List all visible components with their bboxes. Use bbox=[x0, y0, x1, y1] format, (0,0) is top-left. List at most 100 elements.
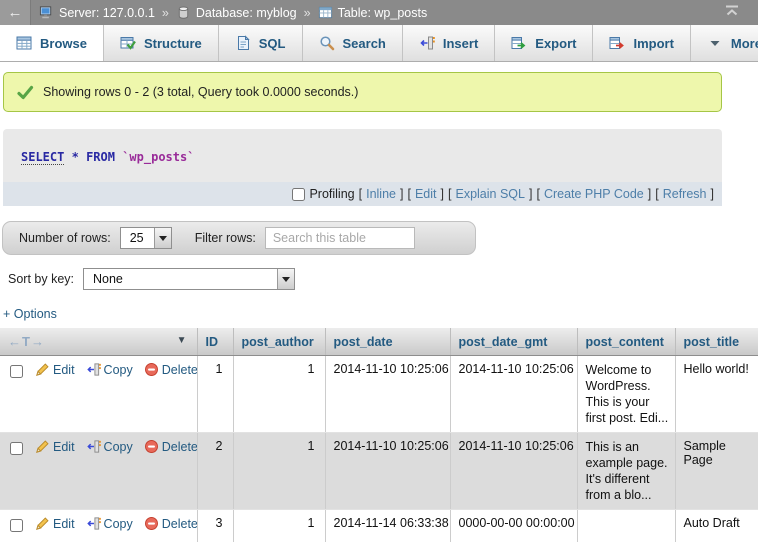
row-checkbox[interactable] bbox=[10, 365, 23, 378]
database-icon bbox=[176, 5, 191, 20]
delete-action[interactable]: Delete bbox=[144, 440, 197, 454]
column-header-post-content[interactable]: post_content bbox=[577, 328, 675, 356]
select-arrow-icon bbox=[277, 269, 294, 289]
tab-strip: Browse Structure SQL Search Insert bbox=[0, 25, 758, 62]
with-selected-arrow-icon[interactable]: ▼ bbox=[177, 335, 187, 346]
breadcrumb-server[interactable]: Server: 127.0.0.1 bbox=[59, 6, 155, 20]
tab-search[interactable]: Search bbox=[303, 25, 403, 61]
sort-by-key-value: None bbox=[84, 272, 132, 286]
delete-label: Delete bbox=[162, 363, 197, 377]
tab-import[interactable]: Import bbox=[593, 25, 690, 61]
column-header-id[interactable]: ID bbox=[197, 328, 233, 356]
refresh-link[interactable]: Refresh bbox=[663, 187, 707, 201]
sort-by-key-label: Sort by key: bbox=[8, 272, 74, 286]
sort-by-key-select[interactable]: None bbox=[83, 268, 295, 290]
back-button[interactable]: ← bbox=[0, 0, 31, 25]
bracket: ] bbox=[711, 187, 714, 201]
bracket: ] bbox=[400, 187, 403, 201]
sql-query-box: SELECT * FROM `wp_posts` Profiling [ Inl… bbox=[3, 129, 722, 206]
bracket: ] bbox=[529, 187, 532, 201]
create-php-code-link[interactable]: Create PHP Code bbox=[544, 187, 644, 201]
breadcrumb-separator: » bbox=[304, 6, 311, 20]
profiling-checkbox[interactable] bbox=[292, 188, 305, 201]
cell-post-content bbox=[577, 510, 675, 542]
tab-label: Search bbox=[343, 36, 386, 51]
table-row: EditCopyDelete 1 1 2014-11-10 10:25:06 2… bbox=[0, 356, 758, 433]
cell-post-content: Welcome to WordPress. This is your first… bbox=[577, 356, 675, 433]
transpose-icon[interactable]: ←T→ bbox=[8, 334, 45, 349]
delete-icon bbox=[144, 516, 159, 531]
server-icon bbox=[39, 5, 54, 20]
export-icon bbox=[511, 35, 527, 51]
inline-link[interactable]: Inline bbox=[366, 187, 396, 201]
copy-action[interactable]: Copy bbox=[86, 363, 133, 377]
select-arrow-icon bbox=[154, 228, 171, 248]
column-header-post-date[interactable]: post_date bbox=[325, 328, 450, 356]
number-of-rows-select[interactable]: 25 bbox=[120, 227, 172, 249]
cell-id: 1 bbox=[197, 356, 233, 433]
row-actions: Edit Copy Delete bbox=[0, 510, 197, 542]
tab-label: More bbox=[731, 36, 758, 51]
number-of-rows-value: 25 bbox=[121, 231, 153, 245]
cell-post-date: 2014-11-10 10:25:06 bbox=[325, 433, 450, 510]
tab-more[interactable]: More bbox=[691, 25, 758, 61]
edit-action[interactable]: Edit bbox=[35, 517, 75, 531]
row-actions: Edit Copy Delete bbox=[0, 356, 197, 433]
breadcrumb: Server: 127.0.0.1 » Database: myblog » T… bbox=[39, 5, 427, 20]
copy-icon bbox=[86, 362, 101, 377]
table-row: EditCopyDelete 3 1 2014-11-14 06:33:38 0… bbox=[0, 510, 758, 542]
sql-query-code: SELECT * FROM `wp_posts` bbox=[3, 129, 722, 182]
breadcrumb-bar: ← Server: 127.0.0.1 » Database: myblog »… bbox=[0, 0, 758, 25]
breadcrumb-separator: » bbox=[162, 6, 169, 20]
filter-rows-input[interactable] bbox=[265, 227, 415, 249]
copy-icon bbox=[86, 516, 101, 531]
tab-insert[interactable]: Insert bbox=[403, 25, 495, 61]
tab-structure[interactable]: Structure bbox=[104, 25, 219, 61]
search-icon bbox=[319, 35, 335, 51]
edit-link[interactable]: Edit bbox=[415, 187, 437, 201]
sql-keyword-select: SELECT bbox=[21, 150, 64, 165]
bracket: [ bbox=[407, 187, 410, 201]
column-header-post-title[interactable]: post_title bbox=[675, 328, 758, 356]
sort-by-key-row: Sort by key: None bbox=[8, 264, 758, 294]
delete-icon bbox=[144, 439, 159, 454]
cell-post-date: 2014-11-10 10:25:06 bbox=[325, 356, 450, 433]
cell-id: 2 bbox=[197, 433, 233, 510]
column-header-post-date-gmt[interactable]: post_date_gmt bbox=[450, 328, 577, 356]
back-arrow-icon: ← bbox=[8, 4, 23, 21]
sql-toolbar: Profiling [ Inline ] [ Edit ] [ Explain … bbox=[3, 182, 722, 206]
column-header-post-author[interactable]: post_author bbox=[233, 328, 325, 356]
tab-export[interactable]: Export bbox=[495, 25, 593, 61]
breadcrumb-database[interactable]: Database: myblog bbox=[196, 6, 297, 20]
tab-label: Insert bbox=[443, 36, 478, 51]
copy-action[interactable]: Copy bbox=[86, 440, 133, 454]
collapse-panel-icon[interactable] bbox=[724, 5, 740, 17]
options-toggle-link[interactable]: + Options bbox=[3, 307, 57, 321]
actions-header: ←T→ ▼ bbox=[0, 328, 197, 356]
bracket: ] bbox=[648, 187, 651, 201]
table-icon bbox=[318, 5, 333, 20]
cell-id: 3 bbox=[197, 510, 233, 542]
explain-sql-link[interactable]: Explain SQL bbox=[455, 187, 524, 201]
delete-icon bbox=[144, 362, 159, 377]
browse-icon bbox=[16, 35, 32, 51]
phpmyadmin-window: ← Server: 127.0.0.1 » Database: myblog »… bbox=[0, 0, 758, 542]
cell-post-title: Sample Page bbox=[675, 433, 758, 510]
structure-icon bbox=[120, 35, 136, 51]
chevron-down-icon bbox=[707, 35, 723, 51]
bracket: [ bbox=[359, 187, 362, 201]
edit-action[interactable]: Edit bbox=[35, 440, 75, 454]
edit-action[interactable]: Edit bbox=[35, 363, 75, 377]
tab-browse[interactable]: Browse bbox=[0, 25, 104, 61]
tab-sql[interactable]: SQL bbox=[219, 25, 303, 61]
row-checkbox[interactable] bbox=[10, 519, 23, 532]
delete-action[interactable]: Delete bbox=[144, 517, 197, 531]
status-message-text: Showing rows 0 - 2 (3 total, Query took … bbox=[43, 85, 358, 99]
pencil-icon bbox=[35, 439, 50, 454]
delete-action[interactable]: Delete bbox=[144, 363, 197, 377]
row-checkbox[interactable] bbox=[10, 442, 23, 455]
copy-label: Copy bbox=[104, 363, 133, 377]
bracket: [ bbox=[655, 187, 658, 201]
tab-label: Structure bbox=[144, 36, 202, 51]
copy-action[interactable]: Copy bbox=[86, 517, 133, 531]
